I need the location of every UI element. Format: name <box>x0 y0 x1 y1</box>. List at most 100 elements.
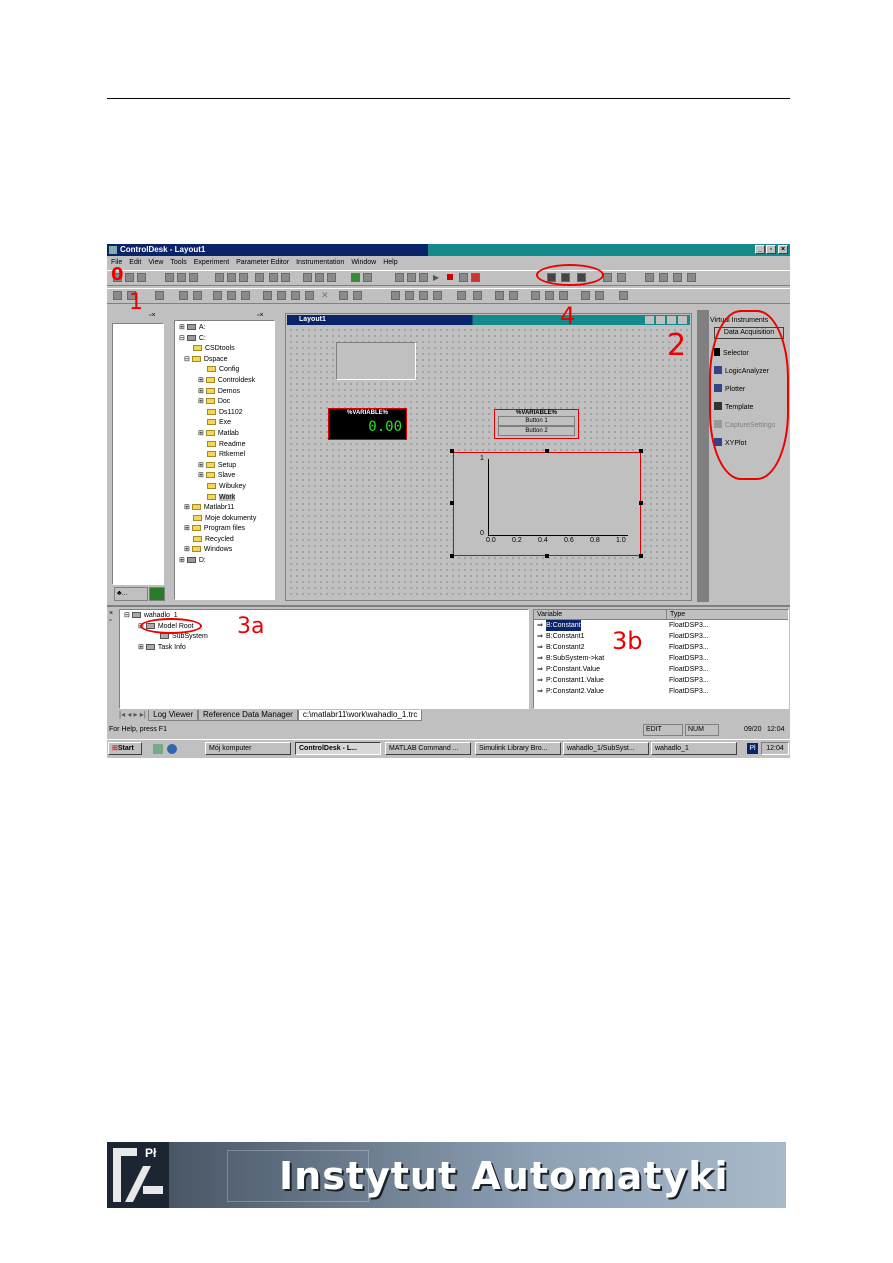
layout-settings-icon[interactable] <box>645 316 654 324</box>
save-icon[interactable] <box>137 273 146 282</box>
tree-item[interactable]: ⊞ Program files <box>179 524 274 535</box>
bottom-align-icon[interactable] <box>531 291 540 300</box>
open-icon[interactable] <box>125 273 134 282</box>
tree-item[interactable]: Moje dokumenty <box>179 514 274 525</box>
capture-icon[interactable] <box>459 273 468 282</box>
taskbar-matlab[interactable]: MATLAB Command ... <box>385 742 471 755</box>
column-type[interactable]: Type <box>666 610 685 619</box>
debug-icon[interactable] <box>645 273 654 282</box>
tab-trc-file[interactable]: c:\matlabr11\work\wahadlo_1.trc <box>297 710 423 721</box>
copy-icon[interactable] <box>177 273 186 282</box>
animation-icon[interactable] <box>407 273 416 282</box>
menu-window[interactable]: Window <box>351 259 376 266</box>
selection-handle[interactable] <box>450 449 454 453</box>
tree-item[interactable]: ⊞ Setup <box>179 461 274 472</box>
columns-icon[interactable] <box>241 291 250 300</box>
tree-item[interactable]: ⊞ A: <box>179 323 274 334</box>
stop-icon[interactable] <box>447 274 453 280</box>
tab-reference-data-manager[interactable]: Reference Data Manager <box>198 710 298 721</box>
menu-instrumentation[interactable]: Instrumentation <box>296 259 344 266</box>
empty-frame[interactable] <box>336 342 416 380</box>
menu-tools[interactable]: Tools <box>170 259 186 266</box>
selection-handle[interactable] <box>639 554 643 558</box>
menu-view[interactable]: View <box>148 259 163 266</box>
close-button[interactable]: × <box>778 245 788 254</box>
align-right-icon[interactable] <box>291 291 300 300</box>
tree-item[interactable]: Recycled <box>179 535 274 546</box>
table-row[interactable]: ⇒ B:Constant1 FloatDSP3... <box>534 631 788 642</box>
build-icon[interactable] <box>351 273 360 282</box>
start-button[interactable]: ⊞Start <box>108 742 142 755</box>
tree-item[interactable]: ⊞ Controldesk <box>179 376 274 387</box>
same-size-icon[interactable] <box>419 291 428 300</box>
layout2-icon[interactable] <box>315 273 324 282</box>
front-icon[interactable] <box>339 291 348 300</box>
selection-handle[interactable] <box>545 554 549 558</box>
resize-icon[interactable] <box>559 291 568 300</box>
step-out-icon[interactable] <box>687 273 696 282</box>
zoom-in-icon[interactable] <box>581 291 590 300</box>
menu-parameter-editor[interactable]: Parameter Editor <box>236 259 289 266</box>
cut-icon[interactable] <box>165 273 174 282</box>
arrange-icon[interactable] <box>509 291 518 300</box>
tree-item[interactable]: Work <box>179 493 274 504</box>
context-help-icon[interactable] <box>281 273 290 282</box>
align-top-icon[interactable] <box>305 291 314 300</box>
tree-item[interactable]: ⊞ Matlabr11 <box>179 503 274 514</box>
tree-item[interactable]: Readme <box>179 440 274 451</box>
menu-help[interactable]: Help <box>383 259 397 266</box>
selection-handle[interactable] <box>639 501 643 505</box>
same-width-icon[interactable] <box>391 291 400 300</box>
table-row[interactable]: ⇒ P:Constant.Value FloatDSP3... <box>534 664 788 675</box>
tree-item[interactable]: ⊟ Dspace <box>179 355 274 366</box>
taskbar-mycomputer[interactable]: Mój komputer <box>205 742 291 755</box>
tree-item[interactable]: ⊞ Task Info <box>124 643 528 654</box>
table-row[interactable]: ⇒ B:Constant FloatDSP3... <box>534 620 788 632</box>
layout-close-button[interactable] <box>678 316 687 324</box>
tree-item[interactable]: ⊞ D: <box>179 556 274 567</box>
display-instrument[interactable]: %VARIABLE% 0.00 <box>328 408 407 440</box>
zoom-out-icon[interactable] <box>595 291 604 300</box>
selection-handle[interactable] <box>545 449 549 453</box>
tab-instrument[interactable]: ♣... <box>114 587 148 601</box>
tree-item[interactable]: Exe <box>179 418 274 429</box>
test-icon[interactable] <box>419 273 428 282</box>
grid-toggle-icon[interactable] <box>619 291 628 300</box>
navigator-toggle-icon[interactable] <box>113 291 122 300</box>
connect-icon[interactable] <box>193 291 202 300</box>
taskbar-simulink-library[interactable]: Simulink Library Bro... <box>475 742 561 755</box>
back-icon[interactable] <box>353 291 362 300</box>
layout-icon[interactable] <box>303 273 312 282</box>
panel-close-icon[interactable]: ▫× <box>257 312 264 319</box>
tree-item[interactable]: ⊞ Slave <box>179 471 274 482</box>
same-height-icon[interactable] <box>405 291 414 300</box>
plotter-instrument[interactable]: 1 0 0.0 0.2 0.4 0.6 0.8 1.0 <box>453 452 641 556</box>
button-2[interactable]: Button 2 <box>498 426 575 436</box>
record-icon[interactable] <box>471 273 480 282</box>
print-icon[interactable] <box>255 273 264 282</box>
tree-item[interactable]: ⊞ Windows <box>179 545 274 556</box>
tree-item[interactable]: ⊞ Demos <box>179 387 274 398</box>
tab-scroll-arrows-icon[interactable]: |◂ ◂ ▸ ▸| <box>119 710 146 719</box>
selection-handle[interactable] <box>639 449 643 453</box>
panel-close-icon[interactable]: ▫× <box>149 312 156 319</box>
desktop-icon[interactable] <box>153 744 163 754</box>
group-icon[interactable] <box>213 291 222 300</box>
button-1[interactable]: Button 1 <box>498 416 575 426</box>
table-row[interactable]: ⇒ P:Constant2.Value FloatDSP3... <box>534 686 788 697</box>
right-align-icon[interactable] <box>545 291 554 300</box>
table-row[interactable]: ⇒ B:SubSystem->kat FloatDSP3... <box>534 653 788 664</box>
table-row[interactable]: ⇒ P:Constant1.Value FloatDSP3... <box>534 675 788 686</box>
delete-icon[interactable]: ✕ <box>321 290 329 301</box>
layout-canvas[interactable]: %VARIABLE% 0.00 %VARIABLE% Button 1 Butt… <box>288 327 689 599</box>
step-into-icon[interactable] <box>673 273 682 282</box>
tree-item[interactable]: ⊞ Doc <box>179 397 274 408</box>
redo-icon[interactable] <box>227 273 236 282</box>
menu-experiment[interactable]: Experiment <box>194 259 229 266</box>
tree-item[interactable]: CSDtools <box>179 344 274 355</box>
paste-icon[interactable] <box>189 273 198 282</box>
selection-handle[interactable] <box>450 554 454 558</box>
properties-icon[interactable] <box>155 291 164 300</box>
tree-item[interactable]: Rtkernel <box>179 450 274 461</box>
center-v-icon[interactable] <box>473 291 482 300</box>
